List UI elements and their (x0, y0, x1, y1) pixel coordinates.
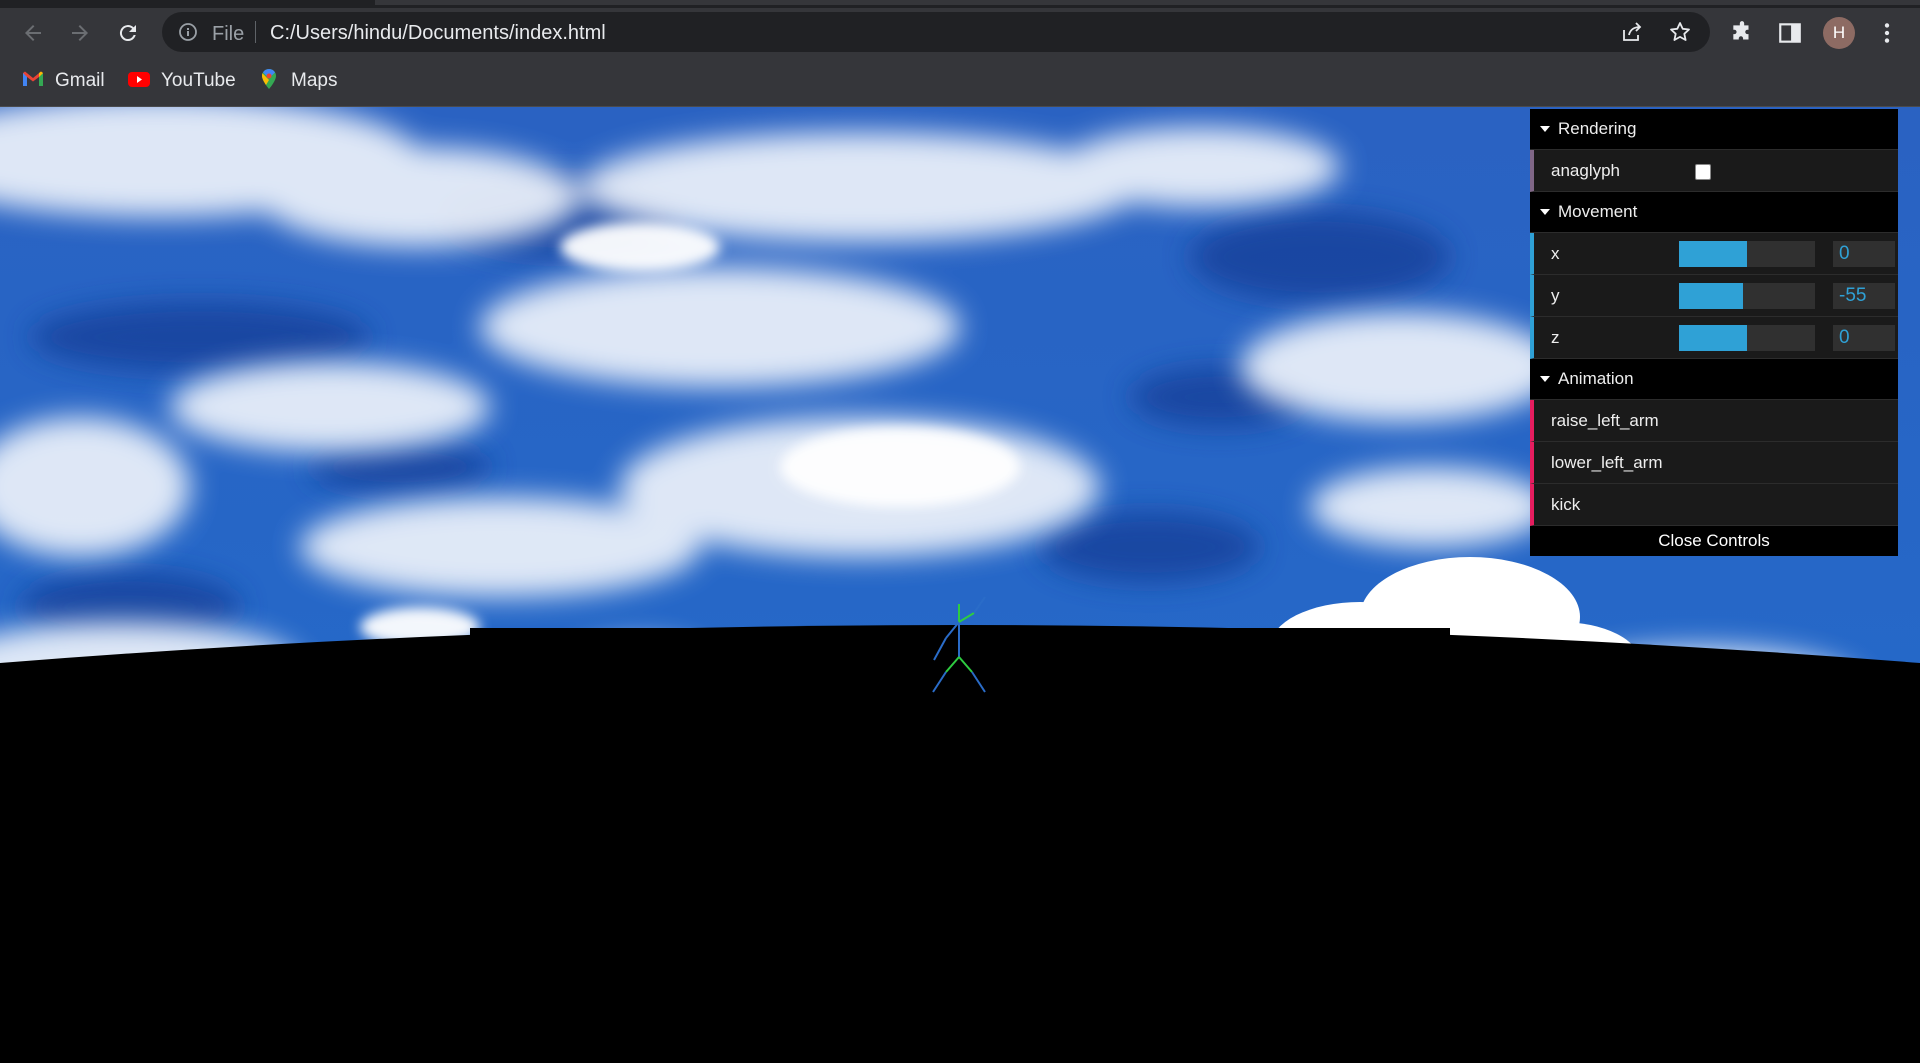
url-text[interactable]: C:/Users/hindu/Documents/index.html (270, 22, 606, 45)
y-slider[interactable] (1679, 283, 1815, 309)
browser-toolbar: File C:/Users/hindu/Documents/index.html… (0, 8, 1920, 56)
control-label: z (1551, 328, 1560, 347)
bookmark-label: Gmail (55, 70, 105, 91)
bookmark-maps[interactable]: Maps (257, 67, 338, 96)
profile-avatar[interactable]: H (1823, 17, 1855, 49)
anaglyph-checkbox[interactable] (1695, 164, 1711, 180)
slider-fill (1679, 241, 1747, 267)
close-controls-button[interactable]: Close Controls (1530, 526, 1898, 556)
bookmarks-bar: Gmail YouTube Maps (0, 56, 1920, 107)
controls-panel: Rendering anaglyph Movement x 0 y -55 z … (1530, 109, 1898, 556)
side-panel-icon[interactable] (1777, 20, 1803, 46)
control-label: x (1551, 244, 1560, 263)
kick-button[interactable]: kick (1530, 484, 1898, 526)
info-icon[interactable] (178, 22, 198, 42)
control-label: y (1551, 286, 1560, 305)
gmail-icon (21, 67, 45, 96)
address-bar[interactable]: File C:/Users/hindu/Documents/index.html (162, 12, 1710, 52)
youtube-icon (127, 67, 151, 96)
forward-arrow-icon[interactable] (63, 16, 97, 50)
control-y: y -55 (1530, 275, 1898, 317)
x-value-field[interactable]: 0 (1833, 241, 1895, 267)
folder-title-label: Rendering (1558, 119, 1637, 138)
omnibox-divider (255, 21, 256, 43)
z-slider[interactable] (1679, 325, 1815, 351)
reload-icon[interactable] (111, 16, 145, 50)
control-label: raise_left_arm (1551, 411, 1659, 430)
back-arrow-icon[interactable] (16, 16, 50, 50)
bookmark-label: YouTube (161, 70, 236, 91)
folder-animation[interactable]: Animation (1530, 359, 1898, 400)
active-tab-edge (375, 0, 1920, 5)
control-anaglyph: anaglyph (1530, 150, 1898, 192)
control-z: z 0 (1530, 317, 1898, 359)
lower-left-arm-button[interactable]: lower_left_arm (1530, 442, 1898, 484)
raise-left-arm-button[interactable]: raise_left_arm (1530, 400, 1898, 442)
tab-strip (0, 0, 1920, 8)
z-value-field[interactable]: 0 (1833, 325, 1895, 351)
kebab-menu-icon[interactable] (1874, 20, 1900, 46)
control-label: lower_left_arm (1551, 453, 1663, 472)
folder-movement[interactable]: Movement (1530, 192, 1898, 233)
star-icon[interactable] (1668, 20, 1692, 44)
slider-fill (1679, 283, 1743, 309)
y-value-field[interactable]: -55 (1833, 283, 1895, 309)
bookmark-youtube[interactable]: YouTube (127, 69, 236, 93)
folder-title-label: Animation (1558, 369, 1634, 388)
control-label: kick (1551, 495, 1581, 514)
bookmark-gmail[interactable]: Gmail (21, 69, 105, 93)
bookmark-label: Maps (291, 70, 338, 91)
slider-fill (1679, 325, 1747, 351)
file-scheme-label: File (212, 23, 245, 45)
maps-icon (257, 67, 281, 96)
caret-down-icon (1540, 209, 1550, 215)
caret-down-icon (1540, 126, 1550, 132)
folder-title-label: Movement (1558, 202, 1638, 221)
x-slider[interactable] (1679, 241, 1815, 267)
control-x: x 0 (1530, 233, 1898, 275)
caret-down-icon (1540, 376, 1550, 382)
folder-rendering[interactable]: Rendering (1530, 109, 1898, 150)
share-icon[interactable] (1620, 20, 1644, 44)
extensions-icon[interactable] (1729, 20, 1755, 46)
control-label: anaglyph (1551, 161, 1621, 180)
